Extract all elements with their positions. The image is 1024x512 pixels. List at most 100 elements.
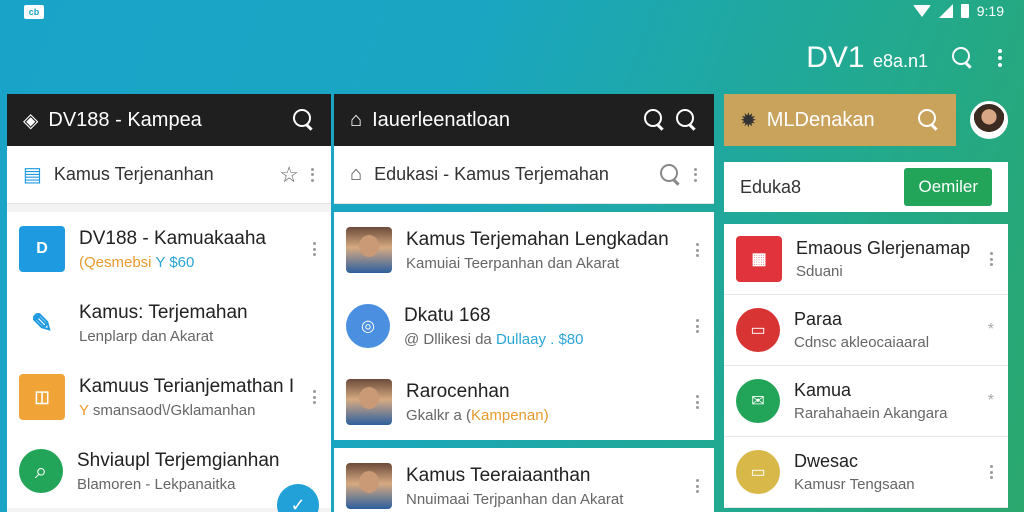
app-icon: ◫ xyxy=(19,374,65,420)
item-title: Kamus Terjemahan Lengkadan xyxy=(406,228,669,250)
item-subtitle: Cdnsc akleocaiaaral xyxy=(794,334,930,351)
list-item[interactable]: D DV188 - Kamuakaaha (Qesmebsi Y $60 xyxy=(7,212,331,286)
star-icon[interactable]: ☆ xyxy=(279,162,299,188)
panel-right-title: MLDenakan xyxy=(766,108,875,131)
app-icon: D xyxy=(19,226,65,272)
search-app-icon: ⌕ xyxy=(19,449,63,493)
item-title: Rarocenhan xyxy=(406,380,510,402)
more-icon[interactable] xyxy=(696,395,700,409)
search-input[interactable]: Eduka8 xyxy=(740,177,892,198)
item-subtitle: Rarahahaein Akangara xyxy=(794,405,948,422)
panel-right-toolbar: ✹ MLDenakan xyxy=(724,94,956,146)
item-subtitle: Kamuiai Teerpanhan dan Akarat xyxy=(406,254,620,272)
gear-icon: ✹ xyxy=(740,109,757,132)
more-icon[interactable] xyxy=(990,252,994,266)
avatar xyxy=(346,463,392,509)
app-icon: ◎ xyxy=(346,304,390,348)
more-icon[interactable] xyxy=(990,465,994,479)
item-price: Dullaay . $80 xyxy=(495,330,584,348)
panel-left-list: D DV188 - Kamuakaaha (Qesmebsi Y $60 ✎ K… xyxy=(7,212,331,508)
item-title: Kamus: Terjemahan xyxy=(79,301,248,323)
avatar[interactable] xyxy=(970,101,1008,139)
item-subtitle: Blamoren - Lekpanaitka xyxy=(77,475,236,493)
more-icon[interactable] xyxy=(696,319,700,333)
item-subtitle: Lenplarp dan Akarat xyxy=(79,327,214,345)
app-icon: ▭ xyxy=(736,450,780,494)
panel-middle-title: Iauerleenatloan xyxy=(372,108,510,131)
item-subtitle: (Qesmebsi xyxy=(79,253,152,271)
item-subtitle: smansaod\/Gklamanhan xyxy=(92,401,256,419)
item-title: Kamua xyxy=(794,380,852,400)
cube-icon: ◈ xyxy=(23,109,39,132)
search-icon[interactable] xyxy=(644,109,666,131)
notification-icon: cb xyxy=(24,5,44,19)
more-icon[interactable] xyxy=(694,167,698,182)
panel-left: ◈ DV188 - Kampea ▤ Kamus Terjenanhan ☆ D… xyxy=(7,94,331,512)
pencil-icon: ✎ xyxy=(19,300,65,346)
item-price: Y $60 xyxy=(155,253,195,271)
item-tag: Kampenan) xyxy=(471,406,549,424)
item-title: Paraa xyxy=(794,309,843,329)
item-title: Kamuus Terianjemathan I xyxy=(79,375,295,397)
search-icon[interactable] xyxy=(952,47,974,69)
list-item[interactable]: Kamus Teeraiaanthan Nnuimaai Terjpanhan … xyxy=(334,448,714,512)
location-icon: ⌂ xyxy=(350,108,363,131)
search-row: Eduka8 Oemiler xyxy=(724,162,1008,212)
panel-middle-toolbar: ⌂ Iauerleenatloan xyxy=(334,94,714,146)
item-title: Emaous Glerjenamap xyxy=(796,238,971,258)
search-icon[interactable] xyxy=(293,109,315,131)
status-bar: cb 9:19 xyxy=(0,0,1024,26)
item-title: DV188 - Kamuakaaha xyxy=(79,227,266,249)
list-item[interactable]: Rarocenhan Gkalkr a (Kampenan) xyxy=(334,364,714,440)
panel-right-list: ▦ Emaous Glerjenamap Sduani ▭ Paraa Cdns… xyxy=(724,224,1008,508)
panel-right: ✹ MLDenakan Eduka8 Oemiler ▦ Emaous Gler… xyxy=(724,94,1024,512)
more-icon[interactable] xyxy=(696,243,700,257)
card-group: Kamus Terjemahan Lengkadan Kamuiai Teerp… xyxy=(334,212,714,440)
more-icon[interactable] xyxy=(696,479,700,493)
list-item[interactable]: Kamus Terjemahan Lengkadan Kamuiai Teerp… xyxy=(334,212,714,288)
list-item[interactable]: ▭ Paraa Cdnsc akleocaiaaral * xyxy=(724,295,1008,366)
panel-left-subtitle: Kamus Terjenanhan xyxy=(53,164,214,184)
more-icon[interactable] xyxy=(311,167,315,182)
avatar xyxy=(346,227,392,273)
search-icon-secondary[interactable] xyxy=(676,109,698,131)
mail-icon: ✉ xyxy=(736,379,780,423)
more-menu-icon[interactable] xyxy=(998,49,1002,67)
item-title: Kamus Teeraiaanthan xyxy=(406,464,591,486)
search-icon[interactable] xyxy=(660,163,682,186)
item-title: Dwesac xyxy=(794,451,859,471)
status-time: 9:19 xyxy=(976,3,1004,19)
item-title: Shviaupl Terjemgianhan xyxy=(77,449,280,471)
dictionary-icon: ▤ xyxy=(23,164,42,186)
avatar xyxy=(346,379,392,425)
item-subtitle: Kamusr Tengsaan xyxy=(794,476,915,493)
list-item[interactable]: ◎ Dkatu 168 @ Dllikesi da Dullaay . $80 xyxy=(334,288,714,364)
home-icon: ⌂ xyxy=(350,163,363,185)
item-subtitle: Nnuimaai Terjpanhan dan Akarat xyxy=(406,490,624,508)
panel-left-subheader: ▤ Kamus Terjenanhan ☆ xyxy=(7,146,331,204)
app-icon: ▭ xyxy=(736,308,780,352)
search-icon[interactable] xyxy=(918,109,940,131)
app-icon: ▦ xyxy=(736,236,782,282)
more-icon[interactable] xyxy=(313,242,317,256)
card-group: Kamus Teeraiaanthan Nnuimaai Terjpanhan … xyxy=(334,448,714,512)
battery-icon xyxy=(960,4,969,18)
list-item[interactable]: ✉ Kamua Rarahahaein Akangara * xyxy=(724,366,1008,437)
panel-left-title: DV188 - Kampea xyxy=(48,108,202,131)
item-title: Dkatu 168 xyxy=(404,304,491,326)
list-item[interactable]: ▭ Dwesac Kamusr Tengsaan xyxy=(724,437,1008,508)
app-bar: DV1 e8a.n1 xyxy=(806,36,1024,80)
list-item[interactable]: ◫ Kamuus Terianjemathan I Y smansaod\/Gk… xyxy=(7,360,331,434)
pin-icon[interactable]: * xyxy=(988,392,994,410)
submit-button[interactable]: Oemiler xyxy=(904,168,992,206)
list-item[interactable]: ▦ Emaous Glerjenamap Sduani xyxy=(724,224,1008,295)
list-item[interactable]: ✎ Kamus: Terjemahan Lenplarp dan Akarat xyxy=(7,286,331,360)
pin-icon[interactable]: * xyxy=(988,321,994,339)
panel-middle: ⌂ Iauerleenatloan ⌂ Edukasi - Kamus Terj… xyxy=(334,94,714,512)
wifi-icon xyxy=(912,5,931,17)
more-icon[interactable] xyxy=(313,390,317,404)
panel-middle-subtitle: Edukasi - Kamus Terjemahan xyxy=(374,164,609,184)
app-title: DV1 e8a.n1 xyxy=(806,41,928,74)
panel-left-toolbar: ◈ DV188 - Kampea xyxy=(7,94,331,146)
panel-middle-subheader: ⌂ Edukasi - Kamus Terjemahan xyxy=(334,146,714,204)
